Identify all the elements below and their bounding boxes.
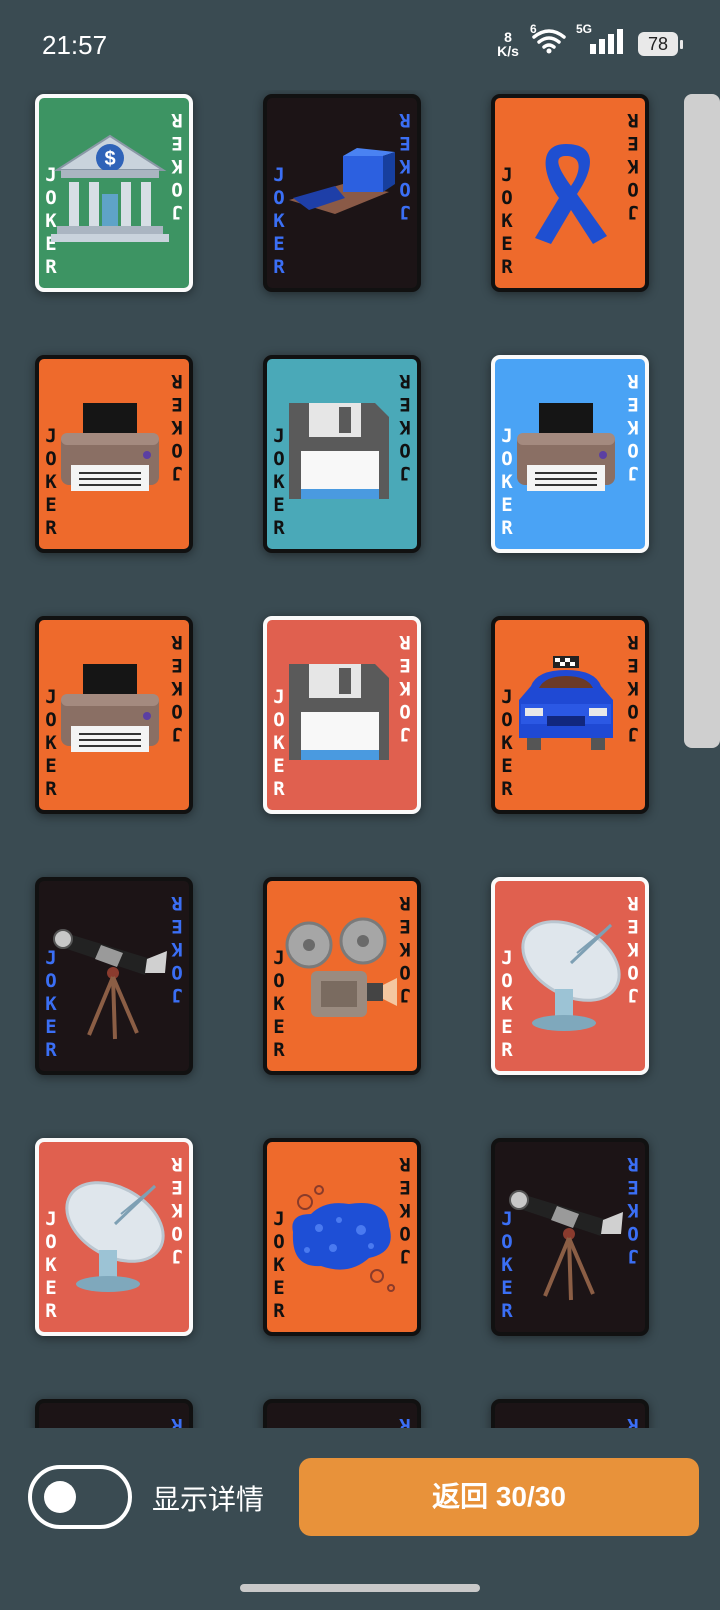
signal-label: 5G: [576, 22, 593, 36]
svg-text:$: $: [104, 148, 115, 170]
toggle-knob: [44, 1481, 76, 1513]
card-partial-2[interactable]: JOKERJOKER: [263, 1399, 421, 1428]
card-satellite-dish[interactable]: JOKERJOKER: [491, 877, 649, 1075]
card-printer-brown[interactable]: JOKERJOKER: [35, 355, 193, 553]
status-bar: 21:57 8 K/s 6 5G 78: [0, 0, 720, 90]
card-joker-label-top: JOKER: [399, 631, 411, 745]
network-speed-unit: K/s: [497, 42, 519, 59]
card-film-projector[interactable]: JOKERJOKER: [263, 877, 421, 1075]
battery-icon: 78: [638, 31, 683, 56]
card-joker-label-top: JOKER: [171, 1153, 183, 1267]
card-joker-label-top: JOKER: [171, 370, 183, 484]
card-floppy-red[interactable]: JOKERJOKER: [263, 616, 421, 814]
card-joker-label-top: JOKER: [399, 1414, 411, 1428]
card-joker-label-top: JOKER: [399, 1153, 411, 1267]
card-grid: JOKERJOKER $ JOKERJOKER JOKERJOKER JOKER…: [0, 90, 720, 1428]
card-taxi[interactable]: JOKERJOKER: [491, 616, 649, 814]
status-time: 21:57: [42, 30, 108, 60]
status-icons: 8 K/s 6 5G 78: [494, 22, 683, 59]
card-joker-label-top: JOKER: [171, 631, 183, 745]
card-joker-label-top: JOKER: [627, 370, 639, 484]
card-joker-label-top: JOKER: [399, 109, 411, 223]
card-printer-brown-2[interactable]: JOKERJOKER: [35, 616, 193, 814]
card-joker-label-top: JOKER: [171, 892, 183, 1006]
show-details-label: 显示详情: [152, 1484, 265, 1515]
card-telescope-2[interactable]: JOKERJOKER: [491, 1138, 649, 1336]
card-joker-label-top: JOKER: [171, 109, 183, 223]
network-speed: 8 K/s: [494, 30, 522, 58]
wifi-label: 6: [530, 22, 537, 36]
card-bank[interactable]: JOKERJOKER $: [35, 94, 193, 292]
show-details-toggle[interactable]: [28, 1465, 132, 1529]
card-partial-1[interactable]: JOKERJOKER: [35, 1399, 193, 1428]
network-speed-value: 8: [504, 28, 512, 45]
scrollbar[interactable]: [684, 94, 720, 748]
card-joker-label-top: JOKER: [171, 1414, 183, 1428]
card-joker-label-top: JOKER: [399, 892, 411, 1006]
home-indicator: [240, 1584, 480, 1592]
wifi-indicator: 6: [530, 22, 566, 59]
card-joker-label-top: JOKER: [627, 631, 639, 745]
card-joker-label-top: JOKER: [627, 109, 639, 223]
card-sponge[interactable]: JOKERJOKER: [263, 1138, 421, 1336]
card-printer-gray[interactable]: JOKERJOKER: [491, 355, 649, 553]
back-button[interactable]: 返回 30/30: [299, 1458, 699, 1536]
card-floppy-teal[interactable]: JOKERJOKER: [263, 355, 421, 553]
cell-signal: 5G: [576, 22, 628, 59]
card-partial-3[interactable]: JOKERJOKER: [491, 1399, 649, 1428]
card-joker-label-top: JOKER: [399, 370, 411, 484]
card-joker-label-top: JOKER: [627, 1153, 639, 1267]
card-satellite-dish-2[interactable]: JOKERJOKER: [35, 1138, 193, 1336]
card-joker-label-top: JOKER: [627, 892, 639, 1006]
wifi-icon: [532, 29, 566, 54]
bottom-bar: 显示详情 返回 30/30: [0, 1428, 720, 1610]
card-pencil-case[interactable]: JOKERJOKER: [263, 94, 421, 292]
card-joker-label-top: JOKER: [627, 1414, 639, 1428]
card-ribbon[interactable]: JOKERJOKER: [491, 94, 649, 292]
card-telescope[interactable]: JOKERJOKER: [35, 877, 193, 1075]
